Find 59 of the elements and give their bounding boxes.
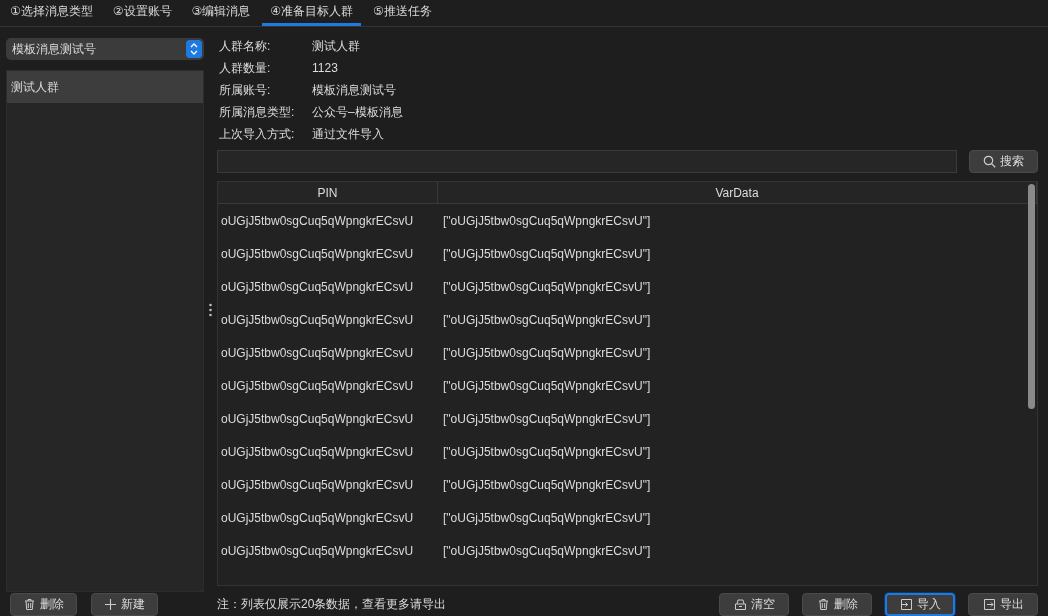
field-label: 所属账号: [219, 81, 272, 99]
table-cell: oUGjJ5tbw0sgCuq5qWpngkrECsvU [221, 279, 414, 294]
field-label: 人群名称: [219, 37, 272, 55]
table-cell: oUGjJ5tbw0sgCuq5qWpngkrECsvU [221, 444, 414, 459]
table-cell: ["oUGjJ5tbw0sgCuq5qWpngkrECsvU"] [443, 510, 651, 525]
search-button[interactable]: 搜索 [969, 150, 1038, 173]
plus-icon [104, 598, 117, 611]
table-cell: ["oUGjJ5tbw0sgCuq5qWpngkrECsvU"] [443, 444, 651, 459]
table-cell: oUGjJ5tbw0sgCuq5qWpngkrECsvU [221, 246, 414, 261]
button[interactable]: 新建 [91, 593, 158, 616]
table-cell: oUGjJ5tbw0sgCuq5qWpngkrECsvU [221, 378, 414, 393]
table-cell: oUGjJ5tbw0sgCuq5qWpngkrECsvU [221, 477, 414, 492]
box-arrow-icon [899, 598, 913, 611]
table-cell: oUGjJ5tbw0sgCuq5qWpngkrECsvU [221, 345, 414, 360]
table-cell: oUGjJ5tbw0sgCuq5qWpngkrECsvU [221, 510, 414, 525]
note-text: 注：列表仅展示20条数据，查看更多请导出 [217, 596, 448, 613]
button[interactable]: 导出 [968, 593, 1038, 616]
field-value: 1123 [312, 61, 338, 75]
button[interactable]: 清空 [719, 593, 789, 616]
table-cell: ["oUGjJ5tbw0sgCuq5qWpngkrECsvU"] [443, 543, 651, 558]
field-label: 所属消息类型: [219, 103, 296, 121]
field-value: 公众号–模板消息 [312, 103, 403, 121]
button[interactable]: 删除 [10, 593, 77, 616]
table-cell: ["oUGjJ5tbw0sgCuq5qWpngkrECsvU"] [443, 378, 651, 393]
trash-icon [816, 598, 830, 611]
tab[interactable]: ①选择消息类型 [2, 0, 101, 26]
box-arrow-icon [982, 598, 996, 611]
field-label: 人群数量: [219, 59, 272, 77]
field-value: 测试人群 [312, 37, 360, 55]
scrollbar-thumb[interactable] [1028, 184, 1035, 409]
button[interactable]: 删除 [802, 593, 872, 616]
table-cell: oUGjJ5tbw0sgCuq5qWpngkrECsvU [221, 543, 414, 558]
tab[interactable]: ③编辑消息 [183, 0, 259, 26]
table-cell: ["oUGjJ5tbw0sgCuq5qWpngkrECsvU"] [443, 213, 651, 228]
table-cell: ["oUGjJ5tbw0sgCuq5qWpngkrECsvU"] [443, 279, 651, 294]
table-cell: ["oUGjJ5tbw0sgCuq5qWpngkrECsvU"] [443, 246, 651, 261]
stepper-icon [186, 40, 202, 58]
list-item[interactable]: 测试人群 [7, 71, 203, 103]
search-icon [983, 155, 996, 168]
account-dropdown[interactable]: 模板消息测试号 [6, 38, 204, 60]
table-cell: oUGjJ5tbw0sgCuq5qWpngkrECsvU [221, 213, 414, 228]
splitter-handle[interactable] [208, 302, 212, 317]
table-cell: ["oUGjJ5tbw0sgCuq5qWpngkrECsvU"] [443, 411, 651, 426]
field-label: 上次导入方式: [219, 125, 296, 143]
table-cell: oUGjJ5tbw0sgCuq5qWpngkrECsvU [221, 411, 414, 426]
tab[interactable]: ④准备目标人群 [262, 0, 362, 26]
tab[interactable]: ⑤推送任务 [365, 0, 440, 26]
column-header[interactable]: PIN [218, 182, 438, 203]
field-value: 模板消息测试号 [312, 81, 396, 99]
table-cell: oUGjJ5tbw0sgCuq5qWpngkrECsvU [221, 312, 414, 327]
search-field[interactable] [217, 150, 957, 173]
table-cell: ["oUGjJ5tbw0sgCuq5qWpngkrECsvU"] [443, 477, 651, 492]
trash-icon [23, 598, 36, 611]
table-cell: ["oUGjJ5tbw0sgCuq5qWpngkrECsvU"] [443, 345, 651, 360]
table-cell: ["oUGjJ5tbw0sgCuq5qWpngkrECsvU"] [443, 312, 651, 327]
button[interactable]: 导入 [885, 593, 955, 616]
field-value: 通过文件导入 [312, 125, 384, 143]
tray-icon [733, 598, 747, 611]
tab[interactable]: ②设置账号 [104, 0, 180, 26]
